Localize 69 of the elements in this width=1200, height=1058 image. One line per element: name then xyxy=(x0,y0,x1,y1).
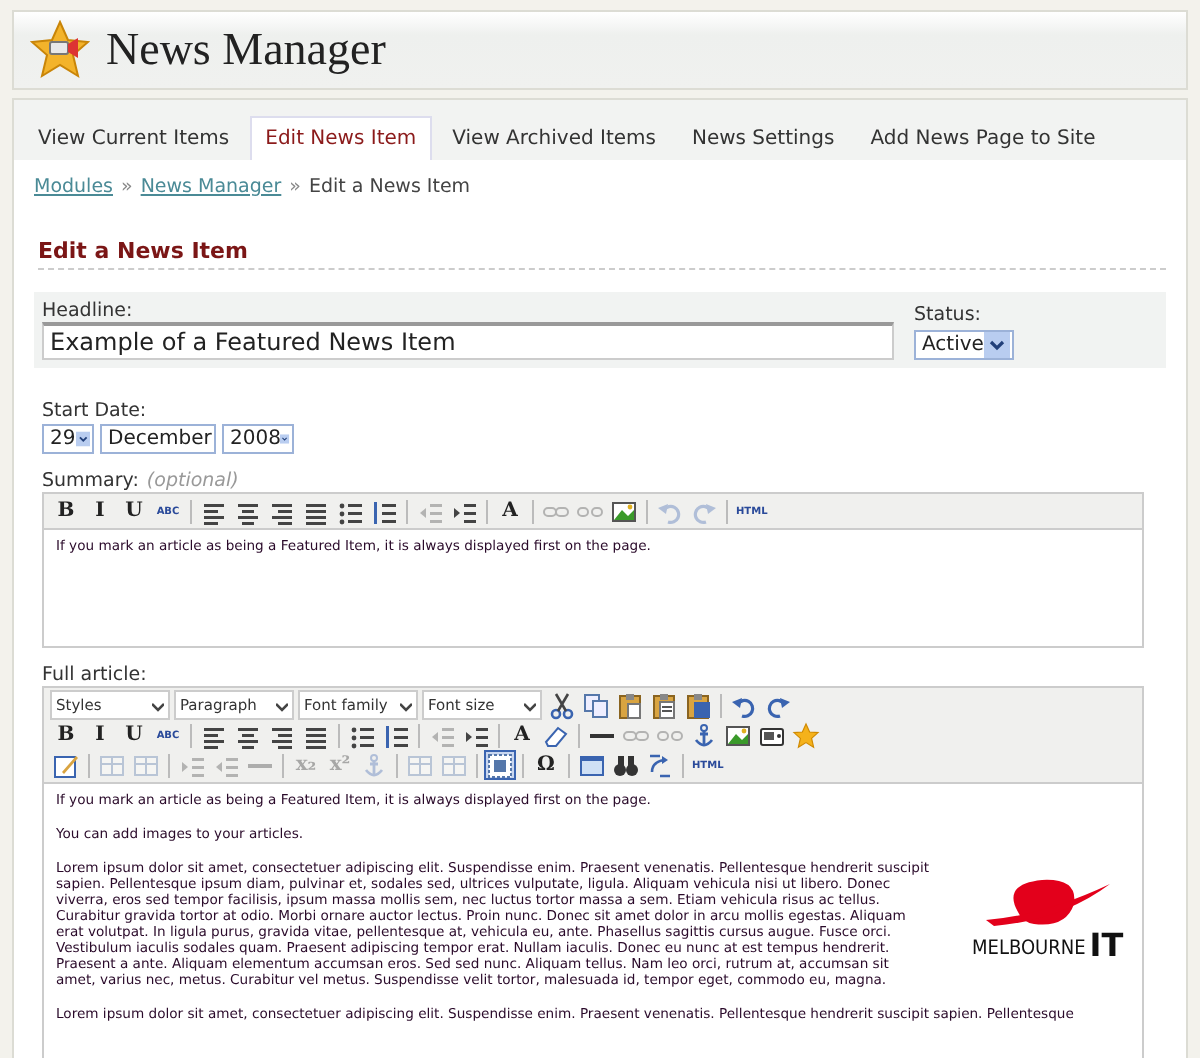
logo-text: MELBOURNE xyxy=(972,938,1086,960)
anchor-icon xyxy=(360,751,388,779)
toolbar-button[interactable] xyxy=(722,720,754,750)
toolbar-button[interactable] xyxy=(50,750,82,780)
numbered-list-icon xyxy=(382,721,410,749)
horizontal-rule-icon xyxy=(590,733,614,737)
toolbar-button[interactable] xyxy=(614,690,646,720)
copy-icon xyxy=(582,691,610,719)
format-button[interactable]: A xyxy=(494,496,526,526)
window-icon xyxy=(578,751,606,779)
day-select[interactable]: 29 xyxy=(42,424,94,454)
horizontal-rule-icon xyxy=(248,763,272,767)
clipboard-icon xyxy=(684,691,712,719)
grid-icon xyxy=(486,751,514,779)
format-button[interactable]: I xyxy=(84,496,116,526)
picture-icon xyxy=(724,721,752,749)
breadcrumb-link[interactable]: Modules xyxy=(34,176,113,198)
format-button[interactable]: B xyxy=(50,496,82,526)
table-icon xyxy=(406,751,434,779)
tab[interactable]: View Current Items xyxy=(22,116,246,160)
year-select[interactable]: 2008 xyxy=(222,424,294,454)
logo-text: IT xyxy=(1089,932,1124,960)
format-button[interactable]: U xyxy=(118,496,150,526)
star-icon xyxy=(792,721,820,749)
month-select[interactable]: December xyxy=(100,424,216,454)
status-select[interactable]: Active xyxy=(914,330,1014,360)
app-title: News Manager xyxy=(106,24,386,76)
optional-note: (optional) xyxy=(146,470,239,492)
tab[interactable]: News Settings xyxy=(675,116,851,160)
tab[interactable]: View Archived Items xyxy=(436,116,672,160)
breadcrumb-separator: » xyxy=(121,176,133,198)
toolbar-button[interactable] xyxy=(546,690,578,720)
clipboard-icon xyxy=(650,691,678,719)
format-button[interactable]: B xyxy=(50,720,82,750)
toolbar-button[interactable] xyxy=(610,750,642,780)
toolbar-button[interactable] xyxy=(608,496,640,526)
field-label: Summary: xyxy=(42,470,139,492)
tab[interactable]: Add News Page to Site xyxy=(854,116,1112,160)
toolbar-button[interactable] xyxy=(484,750,516,780)
binoculars-icon xyxy=(612,751,640,779)
format-button[interactable]: Ω xyxy=(530,750,562,780)
field-label: Start Date: xyxy=(42,400,149,422)
breadcrumb-separator: » xyxy=(289,176,301,198)
replace-icon xyxy=(646,751,674,779)
toolbar-button[interactable] xyxy=(648,690,680,720)
document-edit-icon xyxy=(52,751,80,779)
anchor-icon xyxy=(690,721,718,749)
scissors-icon xyxy=(548,691,576,719)
toolbar-button[interactable] xyxy=(380,720,412,750)
picture-icon xyxy=(610,497,638,525)
field-label: Status: xyxy=(914,304,983,326)
format-button[interactable]: A xyxy=(506,720,538,750)
breadcrumb-current: Edit a News Item xyxy=(308,176,471,198)
table-icon xyxy=(440,751,468,779)
tab[interactable]: Edit News Item xyxy=(249,116,433,160)
section-title: Edit a News Item xyxy=(38,238,1166,270)
format-button[interactable]: U xyxy=(118,720,150,750)
toolbar-button[interactable] xyxy=(368,496,400,526)
clipboard-icon xyxy=(616,691,644,719)
field-label: Full article: xyxy=(42,664,149,686)
field-label: Headline: xyxy=(42,300,135,322)
numbered-list-icon xyxy=(370,497,398,525)
table-icon xyxy=(98,751,126,779)
format-button[interactable]: I xyxy=(84,720,116,750)
breadcrumb-link[interactable]: News Manager xyxy=(140,176,282,198)
table-icon xyxy=(132,751,160,779)
headline-field[interactable]: Example of a Featured News Item xyxy=(42,322,894,360)
megaphone-star-icon xyxy=(30,20,90,80)
eraser-icon xyxy=(542,721,570,749)
